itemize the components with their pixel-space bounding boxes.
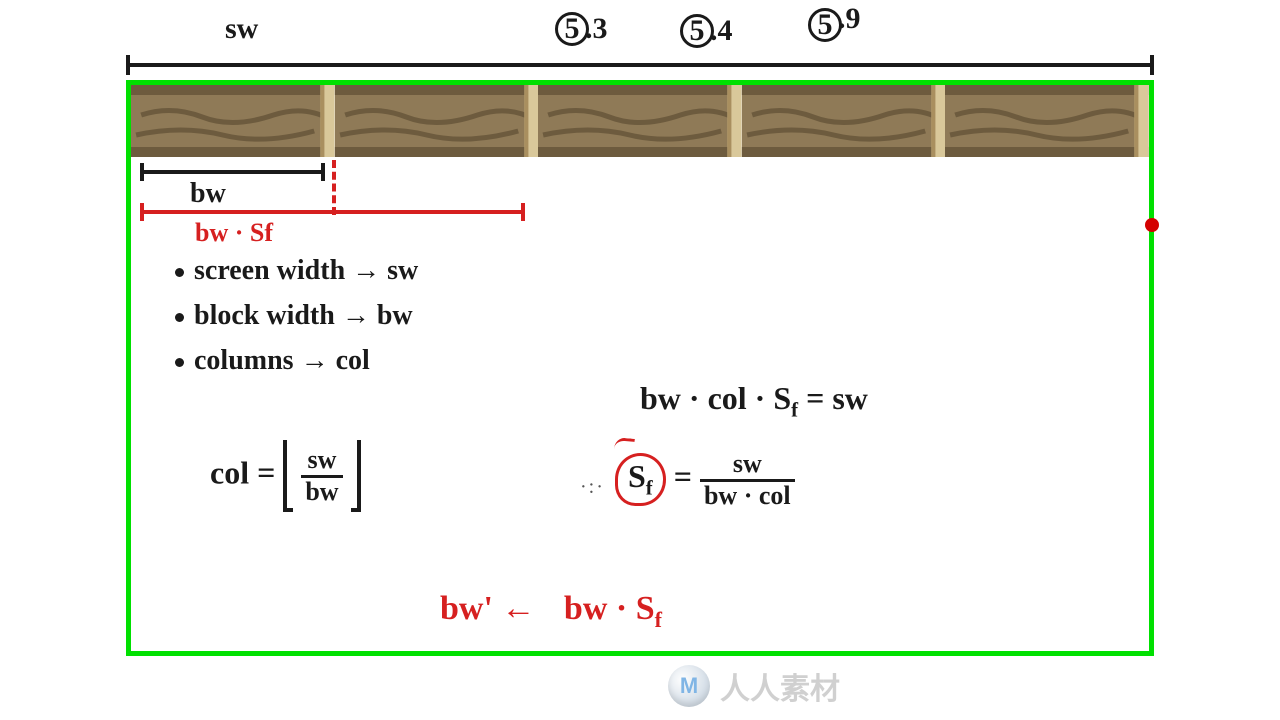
bw-scaled-divider (332, 160, 336, 215)
dots-marker-icon: ·:· (580, 476, 605, 499)
watermark-logo-icon: M (668, 665, 710, 707)
ratio-5-4: 5.4 (680, 14, 733, 48)
watermark: M 人人素材 (668, 664, 840, 708)
bw-label: bw (190, 178, 226, 210)
bw-sf-label: bw · Sf (195, 218, 273, 248)
watermark-text: 人人素材 (720, 664, 840, 708)
wood-tile (335, 85, 539, 157)
wood-tile (945, 85, 1149, 157)
sw-label-top: sw (225, 12, 258, 46)
resize-handle-icon (1145, 218, 1159, 232)
tile-row (131, 85, 1149, 157)
ratio-5-9: 5.9 (808, 8, 861, 42)
def-columns: columns → col (175, 345, 370, 377)
wood-tile (538, 85, 742, 157)
sw-ruler (126, 60, 1154, 74)
def-screen-width: screen width → sw (175, 255, 418, 287)
formula-relation: bw · col · Sf = sw (640, 380, 868, 422)
formula-sf: Sf = sw bw · col (615, 450, 795, 510)
wood-tile (131, 85, 335, 157)
def-block-width: block width → bw (175, 300, 413, 332)
bw-sf-ruler (140, 210, 525, 214)
formula-col: col = sw bw (210, 440, 361, 512)
wood-tile (742, 85, 946, 157)
bw-ruler (140, 170, 325, 174)
ratio-5-3: 5.3 (555, 12, 608, 46)
formula-bwprime: bw' ← bw · Sf (440, 590, 662, 633)
